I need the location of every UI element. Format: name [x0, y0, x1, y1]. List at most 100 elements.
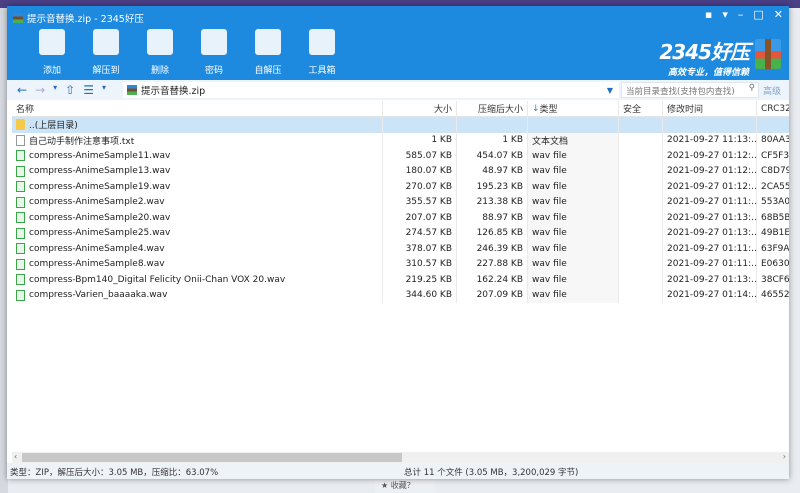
wav-file-icon [16, 289, 25, 301]
cell-name: compress-AnimeSample2.wav [12, 194, 383, 210]
cell-type: wav file [528, 272, 619, 288]
cell-text: 246.39 KB [476, 243, 523, 254]
column-header-modified[interactable]: 修改时间 [663, 101, 757, 116]
column-header-name[interactable]: 名称 [12, 101, 383, 116]
app-window: 提示音替换.zip - 2345好压 ▪ ▾ – □ ✕ 添加 解压到 删除 密码 自解… [7, 6, 789, 479]
minimize-button[interactable]: – [738, 8, 744, 21]
table-row[interactable]: compress-AnimeSample20.wav 207.07 KB 88.97… [12, 210, 789, 226]
cell-text: 355.57 KB [405, 197, 452, 208]
toolbar-button-1[interactable]: 解压到 [79, 26, 133, 76]
table-row[interactable]: compress-AnimeSample11.wav 585.07 KB 454.0… [12, 148, 789, 164]
column-header-type[interactable]: ↓ 类型 [528, 101, 619, 116]
cell-name: compress-AnimeSample13.wav [12, 163, 383, 179]
cell-security [619, 287, 663, 303]
table-row[interactable]: compress-AnimeSample13.wav 180.07 KB 48.97… [12, 163, 789, 179]
cell-modified: 2021-09-27 01:12:... [663, 148, 757, 164]
cell-text: 213.38 KB [476, 197, 523, 208]
cell-packed: 88.97 KB [457, 210, 528, 226]
scrollbar-thumb[interactable] [22, 453, 402, 462]
table-row[interactable]: compress-AnimeSample25.wav 274.57 KB 126.8… [12, 225, 789, 241]
up-folder-icon[interactable]: ⇧ [65, 83, 75, 97]
table-row[interactable]: compress-Varien_baaaaka.wav 344.60 KB 207.… [12, 287, 789, 303]
history-dropdown-icon[interactable]: ▾ [53, 83, 57, 97]
table-row[interactable]: compress-AnimeSample2.wav 355.57 KB 213.38… [12, 194, 789, 210]
logo-slogan: 高效专业，值得信赖 [667, 68, 749, 78]
lock-icon [201, 29, 227, 55]
cell-type [528, 117, 619, 133]
maximize-button[interactable]: □ [753, 8, 763, 21]
advanced-search-link[interactable]: 高级 [763, 84, 781, 97]
cell-name: ..(上层目录) [12, 117, 383, 133]
search-placeholder: 当前目录查找(支持包内查找) [626, 87, 735, 97]
wav-file-icon [16, 258, 25, 270]
cell-name: compress-AnimeSample11.wav [12, 148, 383, 164]
view-dropdown-icon[interactable]: ▾ [102, 83, 106, 97]
cell-text: wav file [532, 290, 567, 301]
forward-icon[interactable]: → [35, 83, 45, 97]
cell-text: 378.07 KB [405, 243, 452, 254]
cell-text: 162.24 KB [476, 274, 523, 285]
file-list: 名称 大小 压缩后大小 ↓ 类型 安全 修改时间 CRC32 ..(上层目录) 自己动手制作注… [12, 101, 789, 451]
folder-file-icon [16, 119, 25, 131]
menu-dropdown-icon[interactable]: ▾ [722, 8, 728, 21]
scroll-left-icon[interactable]: ‹ [14, 452, 17, 461]
path-dropdown-icon[interactable]: ▼ [607, 86, 613, 95]
sfx-icon [255, 29, 281, 55]
column-header-row: 名称 大小 压缩后大小 ↓ 类型 安全 修改时间 CRC32 [12, 101, 789, 117]
toolbox-icon [309, 29, 335, 55]
toolbar-button-2[interactable]: 删除 [133, 26, 187, 76]
cell-text: 553A0 [761, 197, 789, 208]
feedback-icon[interactable]: ▪ [705, 8, 712, 21]
cell-text: 2021-09-27 01:14:... [667, 290, 757, 301]
column-header-crc[interactable]: CRC32 [757, 101, 789, 116]
close-button[interactable]: ✕ [774, 8, 783, 21]
cell-security [619, 148, 663, 164]
cell-modified: 2021-09-27 11:13:... [663, 132, 757, 148]
cell-crc: 68B5B [757, 210, 789, 226]
table-row[interactable]: compress-AnimeSample19.wav 270.07 KB 195.2… [12, 179, 789, 195]
toolbar-label: 添加 [42, 66, 61, 76]
search-input[interactable]: 当前目录查找(支持包内查找) ⚲ [621, 82, 759, 98]
back-icon[interactable]: ← [17, 83, 27, 97]
column-header-size[interactable]: 大小 [383, 101, 457, 116]
toolbar-button-3[interactable]: 密码 [187, 26, 241, 76]
toolbar-label: 解压到 [92, 66, 120, 76]
toolbar-button-0[interactable]: 添加 [25, 26, 79, 76]
cell-text: 2021-09-27 11:13:... [667, 135, 757, 146]
column-header-packed[interactable]: 压缩后大小 [457, 101, 528, 116]
column-header-security[interactable]: 安全 [619, 101, 663, 116]
cell-text: 180.07 KB [405, 166, 452, 177]
cell-text: 1 KB [502, 135, 523, 146]
cell-crc: 38CF6 [757, 272, 789, 288]
cell-text: 38CF6 [761, 274, 789, 285]
cell-size [383, 117, 457, 133]
table-row[interactable]: compress-AnimeSample8.wav 310.57 KB 227.88… [12, 256, 789, 272]
view-list-icon[interactable]: ☰ [83, 83, 94, 97]
wav-file-icon [16, 274, 25, 286]
horizontal-scrollbar[interactable]: ‹ › [12, 452, 789, 463]
cell-text: 80AA3 [761, 135, 789, 146]
table-row[interactable]: compress-Bpm140_Digital Felicity Onii-Ch… [12, 272, 789, 288]
table-row[interactable]: compress-AnimeSample4.wav 378.07 KB 246.39… [12, 241, 789, 257]
background-favorite: ★ 收藏？ [375, 480, 435, 493]
path-field[interactable]: 提示音替换.zip ▼ [123, 82, 619, 98]
wav-file-icon [16, 243, 25, 255]
cell-security [619, 117, 663, 133]
table-row[interactable]: 自己动手制作注意事项.txt 1 KB 1 KB 文本文档 2021-09-27 11:… [12, 132, 789, 148]
status-total: 总计 11 个文件 (3.05 MB，3,200,029 字节) [404, 468, 579, 478]
toolbar-button-4[interactable]: 自解压 [241, 26, 295, 76]
cell-security [619, 179, 663, 195]
table-row[interactable]: ..(上层目录) [12, 117, 789, 133]
cell-crc: CF5F3 [757, 148, 789, 164]
cell-text: 48.97 KB [482, 166, 523, 177]
cell-text: 2021-09-27 01:12:... [667, 166, 757, 177]
scroll-right-icon[interactable]: › [783, 452, 786, 461]
cell-security [619, 210, 663, 226]
cell-name: compress-Varien_baaaaka.wav [12, 287, 383, 303]
cell-modified: 2021-09-27 01:12:... [663, 163, 757, 179]
search-icon[interactable]: ⚲ [749, 83, 755, 93]
column-header-label: 名称 [16, 105, 35, 115]
cell-modified: 2021-09-27 01:11:... [663, 241, 757, 257]
toolbar-button-5[interactable]: 工具箱 [295, 26, 349, 76]
cell-size: 274.57 KB [383, 225, 457, 241]
